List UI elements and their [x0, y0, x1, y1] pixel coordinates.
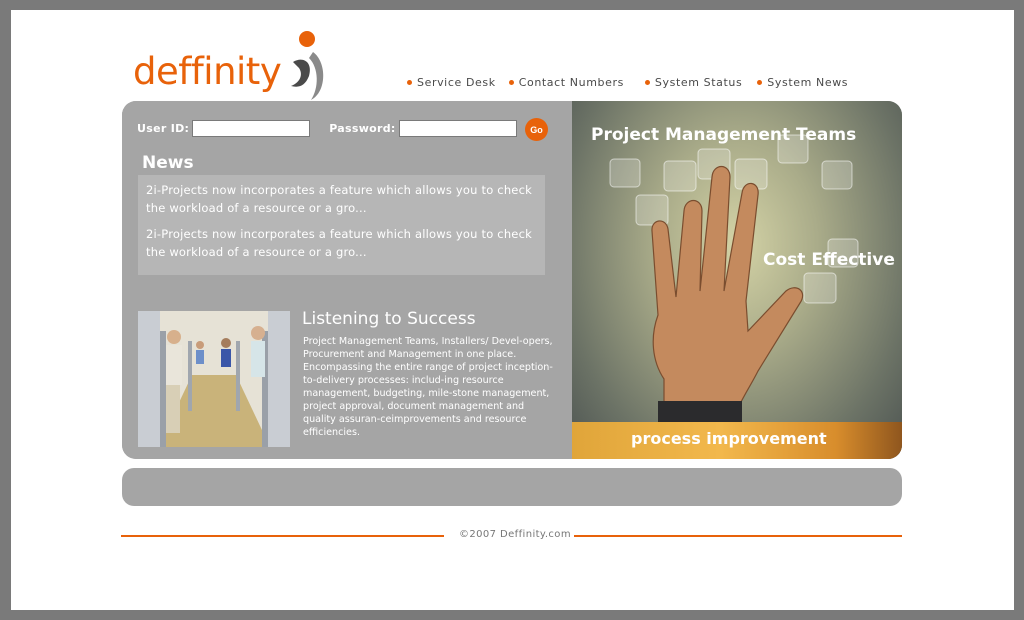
- nav-label: Contact Numbers: [518, 75, 624, 89]
- nav-label: System News: [767, 75, 849, 89]
- logo-text: deffinity: [133, 50, 282, 93]
- logo[interactable]: deffinity: [133, 22, 333, 106]
- go-button[interactable]: Go: [525, 118, 548, 141]
- person-figure-icon: [291, 31, 324, 100]
- footer-divider: [121, 535, 444, 537]
- nav-service-desk[interactable]: Service Desk: [407, 74, 496, 90]
- news-heading: News: [142, 153, 194, 173]
- feature-body: Project Management Teams, Installers/ De…: [303, 336, 553, 438]
- office-team-photo: [138, 311, 290, 447]
- hero-bar: process improvement: [572, 422, 902, 459]
- nav-label: Service Desk: [417, 75, 496, 89]
- footer-divider: [574, 535, 902, 537]
- bullet-icon: [407, 79, 412, 85]
- feature-title: Listening to Success: [302, 309, 476, 329]
- left-column: User ID: Password: Go News 2i-Projects n…: [122, 101, 572, 459]
- hero-heading-1: Project Management Teams: [591, 125, 857, 145]
- hero-heading-2: Cost Effective: [763, 250, 895, 270]
- nav-system-status[interactable]: System Status: [644, 74, 743, 90]
- footer: ©2007 Deffinity.com: [121, 529, 902, 543]
- hero-bar-text: process improvement: [631, 429, 827, 448]
- bullet-icon: [644, 79, 650, 85]
- bullet-icon: [508, 79, 514, 85]
- news-item[interactable]: 2i-Projects now incorporates a feature w…: [146, 181, 537, 217]
- news-list: 2i-Projects now incorporates a feature w…: [138, 175, 545, 275]
- nav-system-news[interactable]: System News: [757, 74, 848, 90]
- main-panel: User ID: Password: Go News 2i-Projects n…: [122, 101, 902, 459]
- page: deffinity Service Desk Contact Numbers S…: [11, 10, 1014, 610]
- nav-contact-numbers[interactable]: Contact Numbers: [508, 74, 624, 90]
- password-input[interactable]: [398, 120, 517, 137]
- hero-banner[interactable]: Project Management Teams Cost Effective …: [572, 101, 902, 459]
- copyright: ©2007 Deffinity.com: [459, 529, 571, 540]
- nav-label: System Status: [654, 75, 743, 89]
- login-form: User ID: Password:: [137, 120, 517, 137]
- news-item[interactable]: 2i-Projects now incorporates a feature w…: [146, 225, 537, 261]
- password-label: Password:: [329, 122, 396, 135]
- bottom-strip: [122, 468, 902, 506]
- user-id-input[interactable]: [192, 120, 311, 137]
- bullet-icon: [757, 79, 763, 85]
- user-id-label: User ID:: [137, 122, 190, 135]
- hand-touch-icon: [609, 134, 859, 425]
- top-nav: Service Desk Contact Numbers System Stat…: [407, 74, 848, 90]
